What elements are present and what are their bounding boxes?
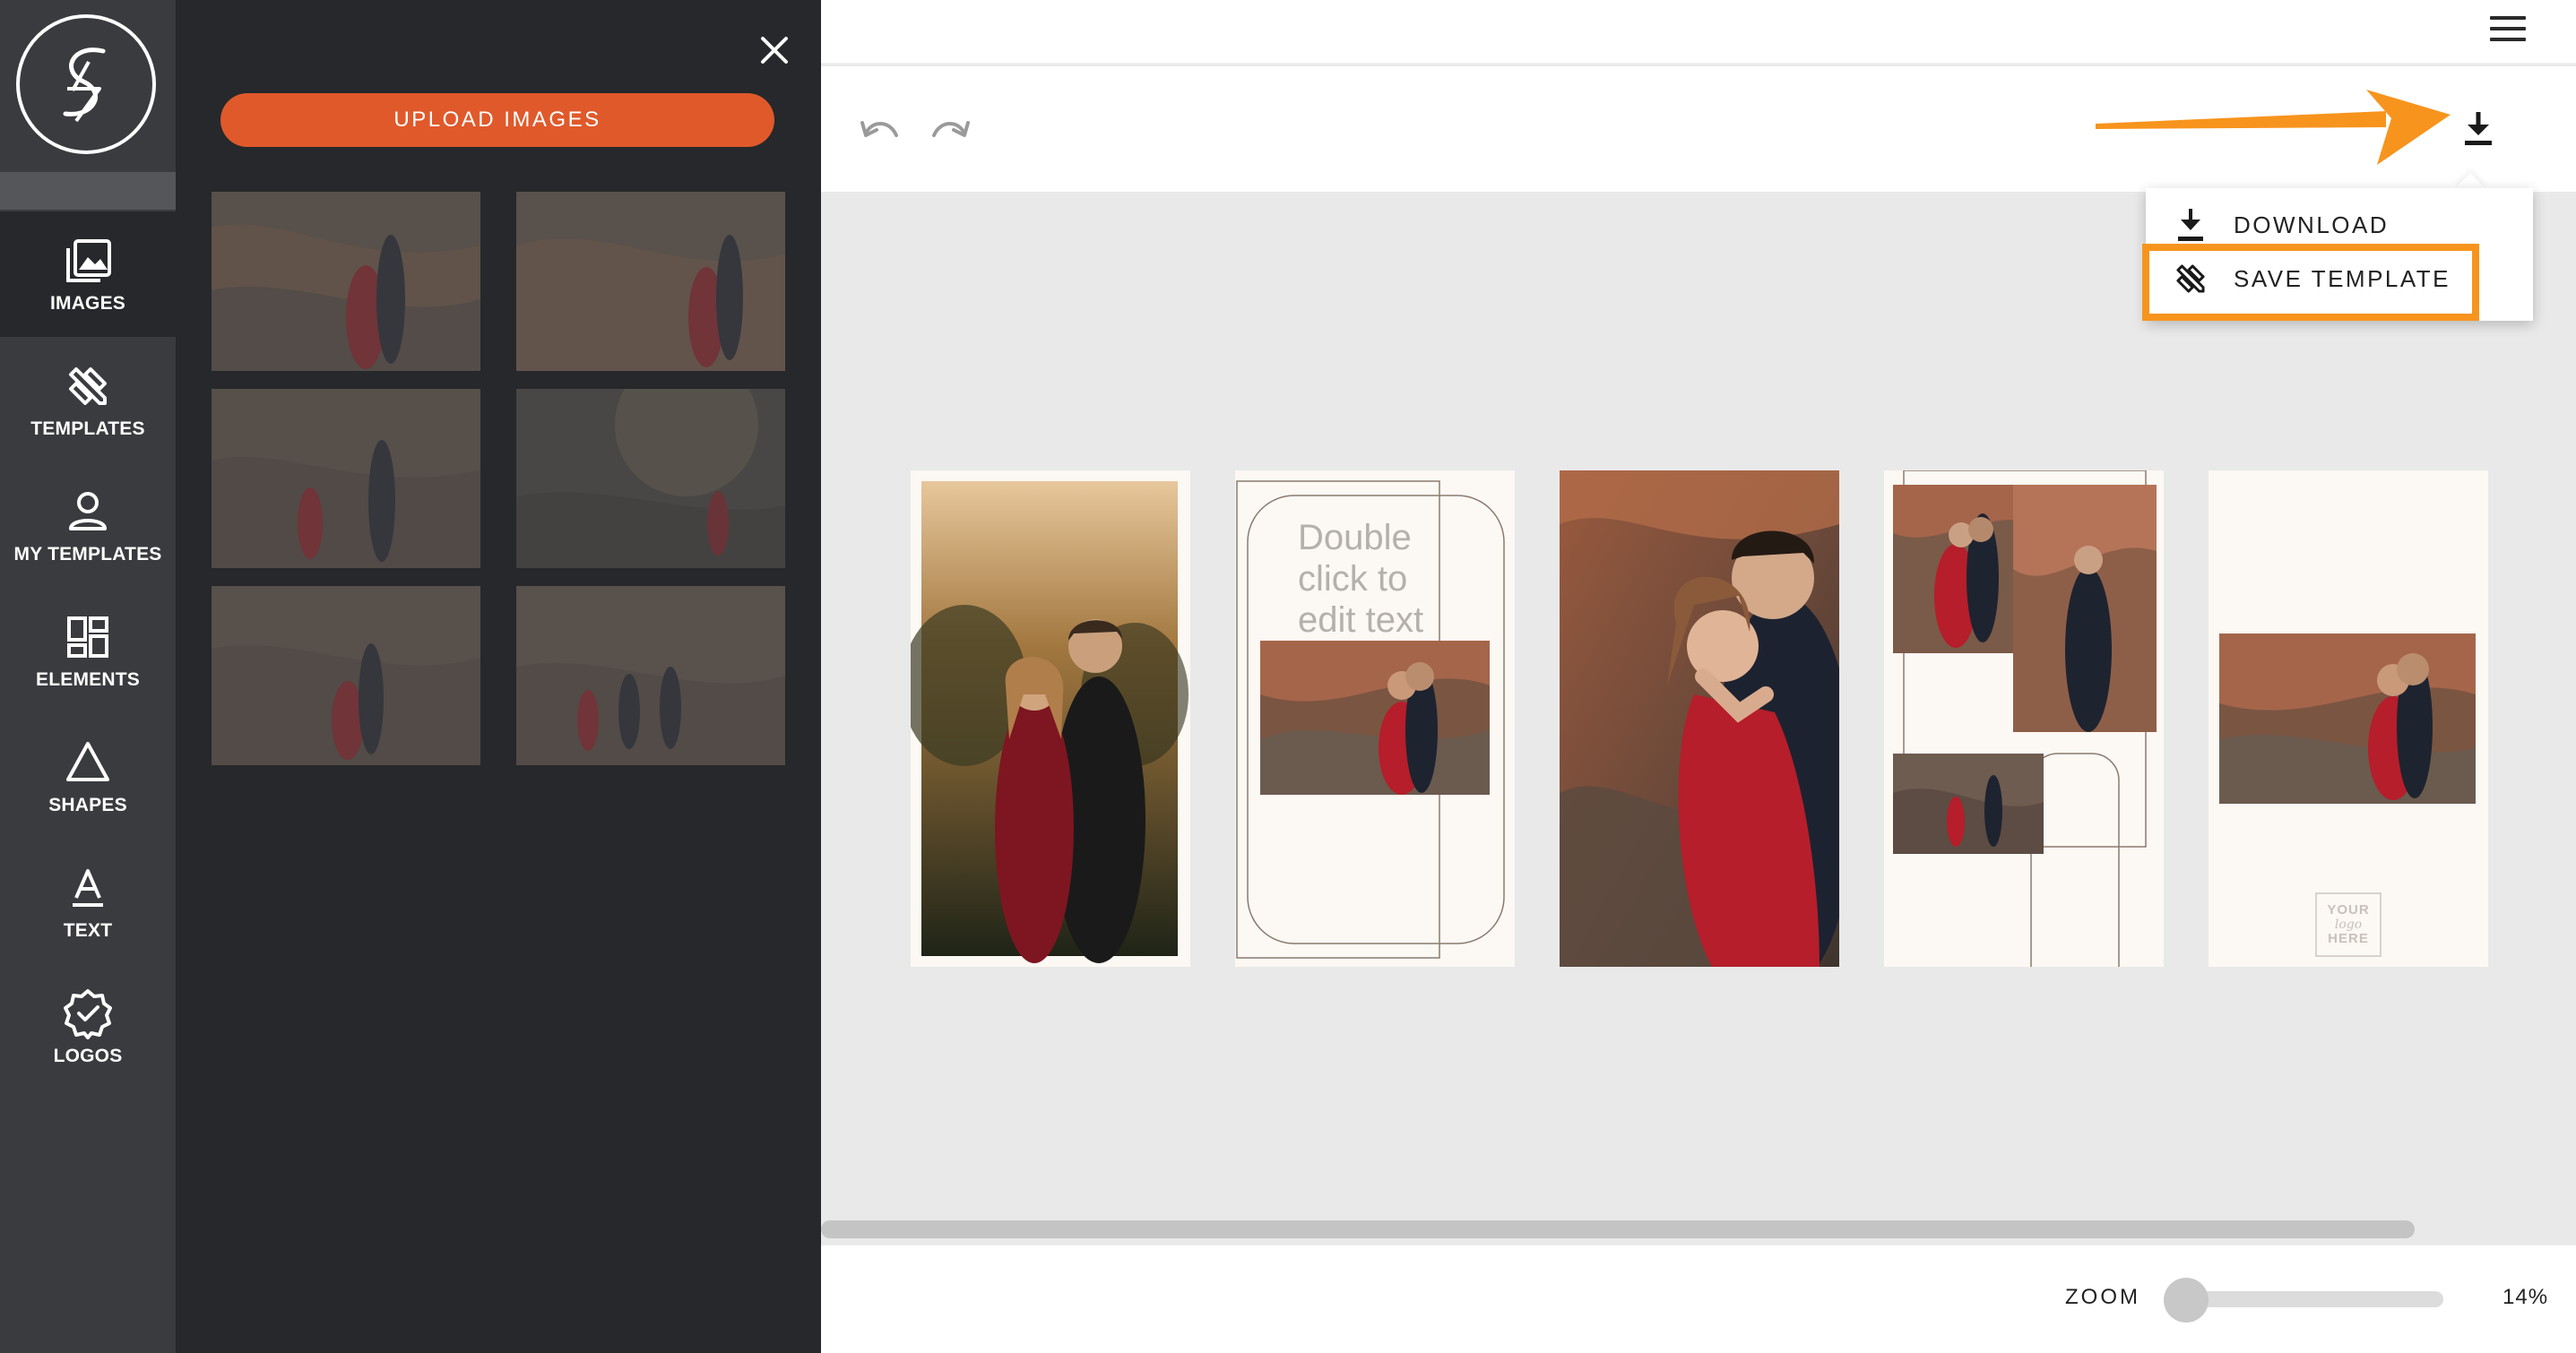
sidebar-item-label: TEXT: [63, 920, 113, 941]
redo-icon: [932, 121, 970, 137]
sidebar-item-label: TEMPLATES: [30, 418, 145, 439]
download-icon: [2173, 207, 2209, 243]
logo-placeholder-line3: HERE: [2328, 931, 2369, 946]
zoom-slider-track[interactable]: [2167, 1291, 2443, 1307]
sidebar: IMAGES TEMPLATES MY TEMPLATES ELEMENTS S…: [0, 0, 176, 1353]
image-thumbnail[interactable]: [212, 586, 480, 765]
canvas-page[interactable]: YOUR logo HERE: [2209, 470, 2488, 967]
image-thumbnail[interactable]: [516, 389, 785, 568]
undo-button[interactable]: [857, 108, 902, 152]
photo-couple-embrace: [1560, 470, 1839, 967]
canvas-page[interactable]: [911, 470, 1190, 967]
elements-icon: [61, 610, 115, 664]
download-icon: [2465, 112, 2492, 145]
sidebar-item-logos[interactable]: LOGOS: [0, 964, 176, 1090]
close-icon: [761, 37, 788, 64]
close-panel-button[interactable]: [756, 32, 792, 68]
zoom-slider-handle[interactable]: [2164, 1278, 2209, 1323]
canvas-text-box[interactable]: Double click to edit text: [1298, 517, 1450, 641]
sidebar-item-label: IMAGES: [49, 293, 126, 314]
zoom-value: 14%: [2503, 1285, 2549, 1309]
canvas-page[interactable]: [1884, 470, 2164, 967]
user-icon: [61, 485, 115, 539]
annotation-arrow: [2096, 90, 2451, 165]
sidebar-divider: [0, 172, 176, 210]
brand-logo-mark: [63, 47, 106, 123]
zoom-label: ZOOM: [2065, 1285, 2140, 1309]
sidebar-item-templates[interactable]: TEMPLATES: [0, 337, 176, 462]
sidebar-item-text[interactable]: TEXT: [0, 839, 176, 964]
image-icon: [61, 234, 115, 288]
save-template-highlight: [2142, 244, 2479, 321]
images-panel: UPLOAD IMAGES: [176, 0, 821, 1353]
upload-images-button[interactable]: UPLOAD IMAGES: [220, 93, 774, 147]
undo-icon: [860, 121, 898, 137]
brand-logo[interactable]: [16, 14, 156, 154]
sidebar-item-shapes[interactable]: SHAPES: [0, 713, 176, 839]
menu-icon[interactable]: [2490, 16, 2526, 48]
image-thumbnail[interactable]: [212, 192, 480, 371]
redo-button[interactable]: [929, 108, 973, 152]
collage-layout: [1884, 470, 2164, 967]
photo-rock-couple: [2209, 470, 2488, 967]
sidebar-item-images[interactable]: IMAGES: [0, 211, 176, 337]
download-menu-item[interactable]: DOWNLOAD: [2173, 203, 2389, 247]
logo-placeholder-line1: YOUR: [2327, 902, 2370, 918]
sidebar-item-label: LOGOS: [53, 1046, 123, 1066]
templates-icon: [61, 359, 115, 413]
photo-sunset-couple: [911, 470, 1190, 967]
text-icon: [61, 861, 115, 915]
sidebar-item-label: ELEMENTS: [36, 669, 140, 690]
canvas-page[interactable]: [1560, 470, 1839, 967]
logo-placeholder[interactable]: YOUR logo HERE: [2316, 893, 2381, 956]
sidebar-item-elements[interactable]: ELEMENTS: [0, 588, 176, 713]
sidebar-item-label: SHAPES: [48, 795, 127, 815]
bottom-bar: ZOOM 14%: [821, 1245, 2576, 1353]
sidebar-item-my-templates[interactable]: MY TEMPLATES: [0, 462, 176, 588]
image-thumbnail[interactable]: [516, 586, 785, 765]
design-canvas: Double click to edit text YOUR logo HERE: [821, 192, 2576, 1245]
badge-check-icon: [61, 987, 115, 1040]
logo-placeholder-line2: logo: [2334, 918, 2363, 932]
canvas-page[interactable]: Double click to edit text: [1235, 470, 1515, 967]
image-thumbnail[interactable]: [212, 389, 480, 568]
horizontal-scrollbar[interactable]: [821, 1220, 2415, 1238]
top-bar: [821, 0, 2576, 65]
download-label: DOWNLOAD: [2234, 211, 2390, 238]
image-thumbnail[interactable]: [516, 192, 785, 371]
triangle-icon: [61, 736, 115, 789]
sidebar-item-label: MY TEMPLATES: [13, 544, 162, 564]
